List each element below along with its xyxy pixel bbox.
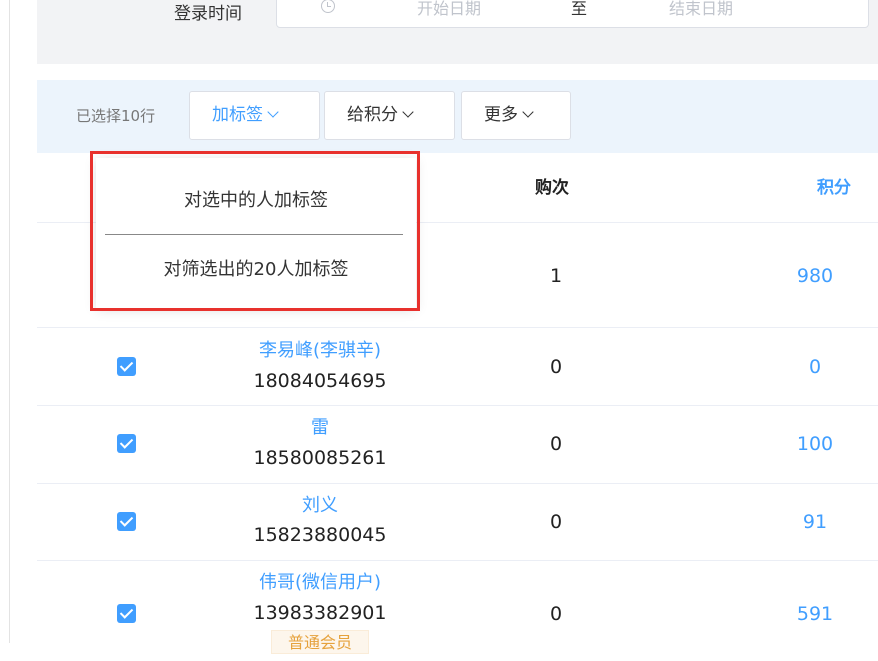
row-member-name[interactable]: 雷	[170, 417, 470, 439]
annotation-highlight-box	[90, 151, 420, 311]
row-points[interactable]: 91	[775, 511, 855, 533]
row-member-phone: 18580085261	[253, 447, 387, 469]
chevron-down-icon	[402, 106, 414, 118]
table-row: 雷 18580085261 0 100	[37, 406, 878, 484]
row-member-name[interactable]: 李易峰(李骐辛)	[170, 340, 470, 362]
row-purchases: 1	[550, 265, 563, 287]
row-points[interactable]: 100	[775, 433, 855, 455]
row-points[interactable]: 0	[775, 356, 855, 378]
row-purchases: 0	[550, 433, 563, 455]
member-level-tag: 普通会员	[271, 630, 369, 654]
row-member-name[interactable]: 刘义	[170, 495, 470, 517]
row-member-phone: 13983382901	[253, 602, 387, 624]
row-checkbox[interactable]	[117, 434, 136, 453]
table-row: 李易峰(李骐辛) 18084054695 0 0	[37, 328, 878, 406]
clock-icon	[321, 0, 335, 13]
table-row: 刘义 15823880045 0 91	[37, 484, 878, 561]
selected-count: 已选择10行	[76, 107, 156, 125]
table-row: 伟哥(微信用户) 13983382901 0 591 普通会员	[37, 561, 878, 661]
row-purchases: 0	[550, 511, 563, 533]
batch-action-toolbar: 已选择10行 加标签 给积分 更多	[37, 80, 878, 153]
page-left-border	[9, 0, 10, 643]
row-points[interactable]: 591	[775, 603, 855, 625]
give-points-label: 给积分	[347, 105, 398, 125]
login-time-label: 登录时间	[174, 4, 242, 24]
date-separator: 至	[571, 0, 588, 18]
row-purchases: 0	[550, 603, 563, 625]
row-purchases: 0	[550, 356, 563, 378]
row-checkbox[interactable]	[117, 604, 136, 623]
points-column-header[interactable]: 积分	[794, 177, 874, 199]
row-checkbox[interactable]	[117, 512, 136, 531]
more-button[interactable]: 更多	[461, 91, 571, 140]
chevron-down-icon	[522, 106, 534, 118]
end-date-input[interactable]: 结束日期	[669, 0, 733, 19]
row-member-phone: 15823880045	[253, 524, 387, 546]
start-date-input[interactable]: 开始日期	[417, 0, 481, 19]
login-date-range-picker[interactable]: 开始日期 至 结束日期	[276, 0, 869, 28]
row-member-phone: 18084054695	[253, 370, 387, 392]
row-checkbox[interactable]	[117, 357, 136, 376]
add-tag-button[interactable]: 加标签	[189, 91, 320, 140]
more-label: 更多	[484, 105, 518, 125]
purchases-column-header[interactable]: 购次	[535, 177, 569, 199]
add-tag-label: 加标签	[212, 105, 263, 125]
give-points-button[interactable]: 给积分	[324, 91, 455, 140]
chevron-down-icon	[267, 106, 279, 118]
row-points[interactable]: 980	[775, 265, 855, 287]
row-member-name[interactable]: 伟哥(微信用户)	[170, 572, 470, 594]
